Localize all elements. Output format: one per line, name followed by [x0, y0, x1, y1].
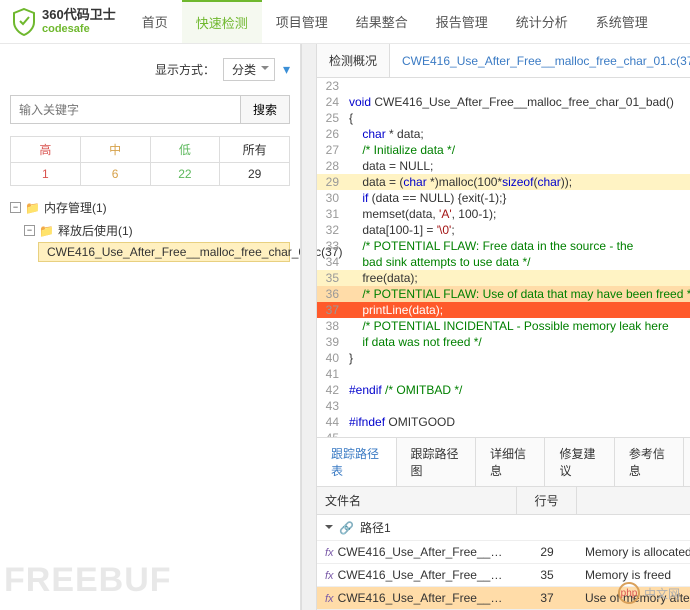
code-line: 24void CWE416_Use_After_Free__malloc_fre…	[317, 94, 690, 110]
th-desc	[577, 487, 690, 514]
search-input[interactable]	[10, 95, 241, 124]
code-line: 35 free(data);	[317, 270, 690, 286]
logo-text-en: codesafe	[42, 23, 116, 35]
nav-3[interactable]: 结果整合	[342, 0, 422, 43]
right-panel: 检测概况 CWE416_Use_After_Free__malloc_free_…	[300, 44, 690, 610]
logo-text-cn: 360代码卫士	[42, 8, 116, 22]
btab-4[interactable]: 参考信息	[615, 438, 684, 486]
bottom-tabs: 跟踪路径表跟踪路径图详细信息修复建议参考信息缺陷审计	[317, 438, 690, 487]
nav-1[interactable]: 快速检测	[182, 0, 262, 43]
folder-icon: 📁	[25, 201, 40, 215]
code-line: 25{	[317, 110, 690, 126]
table-row[interactable]: fxCWE416_Use_After_Free__malloc_fre...35…	[317, 564, 690, 587]
collapse-icon[interactable]: −	[10, 202, 21, 213]
tree-leaf[interactable]: CWE416_Use_After_Free__malloc_free_char_…	[38, 242, 290, 262]
code-line: 42#endif /* OMITBAD */	[317, 382, 690, 398]
trace-table: 文件名 行号 🔗 路径1 fxCWE416_Use_After_Free__ma…	[317, 487, 690, 610]
defect-tree: − 📁 内存管理(1) − 📁 释放后使用(1) CWE416_Use_Afte…	[10, 196, 290, 262]
btab-5[interactable]: 缺陷审计	[684, 438, 690, 486]
tab-overview[interactable]: 检测概况	[317, 44, 390, 77]
sev-low-count: 22	[150, 163, 220, 186]
th-file: 文件名	[317, 487, 517, 514]
gutter-strip	[301, 44, 317, 610]
code-line: 28 data = NULL;	[317, 158, 690, 174]
table-row[interactable]: fxCWE416_Use_After_Free__malloc_fre...29…	[317, 541, 690, 564]
severity-table: 高 中 低 所有 1 6 22 29	[10, 136, 290, 186]
tab-file[interactable]: CWE416_Use_After_Free__malloc_free_char_…	[390, 44, 690, 77]
code-line: 44#ifndef OMITGOOD	[317, 414, 690, 430]
tree-leaf-label: CWE416_Use_After_Free__malloc_free_char_…	[47, 245, 342, 259]
path-row[interactable]: 🔗 路径1	[317, 515, 690, 541]
nav-2[interactable]: 项目管理	[262, 0, 342, 43]
code-line: 40}	[317, 350, 690, 366]
triangle-icon	[325, 525, 333, 533]
left-panel: 显示方式： 分类 ▾ 搜索 高 中 低 所有 1 6 22 29 −	[0, 44, 300, 610]
code-line: 27 /* Initialize data */	[317, 142, 690, 158]
code-line: 36 /* POTENTIAL FLAW: Use of data that m…	[317, 286, 690, 302]
code-line: 33 /* POTENTIAL FLAW: Free data in the s…	[317, 238, 690, 254]
sev-all-count: 29	[220, 163, 290, 186]
code-line: 31 memset(data, 'A', 100-1);	[317, 206, 690, 222]
shield-icon	[12, 8, 36, 36]
logo: 360代码卫士 codesafe	[0, 8, 128, 36]
code-line: 45	[317, 430, 690, 437]
collapse-icon[interactable]: −	[24, 225, 35, 236]
sev-med-count: 6	[80, 163, 150, 186]
tree-child[interactable]: − 📁 释放后使用(1)	[10, 219, 290, 242]
header: 360代码卫士 codesafe 首页快速检测项目管理结果整合报告管理统计分析系…	[0, 0, 690, 44]
code-line: 32 data[100-1] = '\0';	[317, 222, 690, 238]
search-button[interactable]: 搜索	[241, 95, 290, 124]
btab-3[interactable]: 修复建议	[545, 438, 614, 486]
code-line: 41	[317, 366, 690, 382]
folder-icon: 📁	[39, 224, 54, 238]
code-line: 38 /* POTENTIAL INCIDENTAL - Possible me…	[317, 318, 690, 334]
editor-tabs: 检测概况 CWE416_Use_After_Free__malloc_free_…	[317, 44, 690, 78]
code-line: 43	[317, 398, 690, 414]
nav-4[interactable]: 报告管理	[422, 0, 502, 43]
sev-high-label[interactable]: 高	[11, 137, 81, 163]
code-line: 26 char * data;	[317, 126, 690, 142]
display-mode-label: 显示方式：	[155, 61, 215, 78]
code-line: 30 if (data == NULL) {exit(-1);}	[317, 190, 690, 206]
tree-root[interactable]: − 📁 内存管理(1)	[10, 196, 290, 219]
bottom-panel: 跟踪路径表跟踪路径图详细信息修复建议参考信息缺陷审计 文件名 行号 🔗 路径1 …	[317, 437, 690, 610]
code-line: 29 data = (char *)malloc(100*sizeof(char…	[317, 174, 690, 190]
nav-0[interactable]: 首页	[128, 0, 182, 43]
code-editor[interactable]: 2324void CWE416_Use_After_Free__malloc_f…	[317, 78, 690, 437]
btab-0[interactable]: 跟踪路径表	[317, 438, 397, 486]
th-line: 行号	[517, 487, 577, 514]
btab-2[interactable]: 详细信息	[476, 438, 545, 486]
main-nav: 首页快速检测项目管理结果整合报告管理统计分析系统管理	[128, 0, 662, 43]
tab-file-label: CWE416_Use_After_Free__malloc_free_char_…	[402, 54, 690, 68]
tree-root-label: 内存管理(1)	[44, 199, 107, 216]
display-mode-select[interactable]: 分类	[223, 58, 275, 81]
sev-high-count: 1	[11, 163, 81, 186]
table-row[interactable]: fxCWE416_Use_After_Free__malloc_fre...37…	[317, 587, 690, 610]
sev-med-label[interactable]: 中	[80, 137, 150, 163]
path-label: 路径1	[360, 519, 391, 536]
nav-6[interactable]: 系统管理	[582, 0, 662, 43]
nav-5[interactable]: 统计分析	[502, 0, 582, 43]
filter-icon[interactable]: ▾	[283, 61, 290, 78]
sev-low-label[interactable]: 低	[150, 137, 220, 163]
code-line: 39 if data was not freed */	[317, 334, 690, 350]
btab-1[interactable]: 跟踪路径图	[397, 438, 477, 486]
code-line: 23	[317, 78, 690, 94]
tree-child-label: 释放后使用(1)	[58, 222, 133, 239]
code-line: 34 bad sink attempts to use data */	[317, 254, 690, 270]
code-line: 37 printLine(data);	[317, 302, 690, 318]
sev-all-label[interactable]: 所有	[220, 137, 290, 163]
